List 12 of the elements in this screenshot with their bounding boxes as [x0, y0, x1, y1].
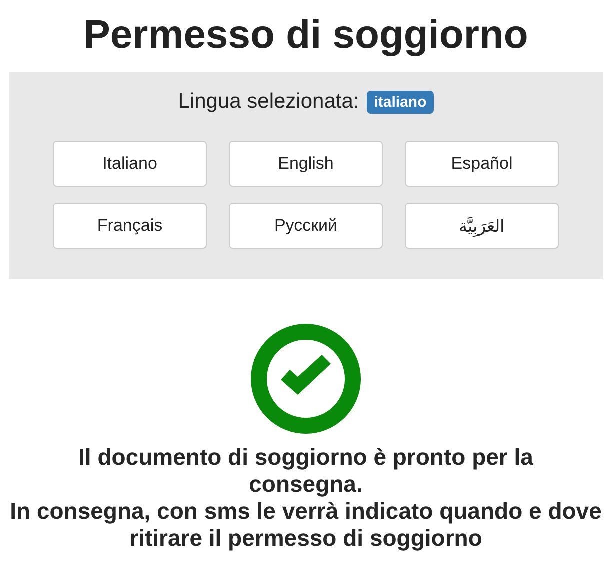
language-button[interactable]: Italiano [53, 141, 207, 187]
status-message: In consegna, con sms le verrà indicato quando e dove ritirare il permesso di soggiorno [9, 498, 603, 552]
language-button[interactable]: Español [405, 141, 559, 187]
language-button[interactable]: Русский [229, 203, 383, 249]
language-button[interactable]: العَرَبِيَّة [405, 203, 559, 249]
status-message: Il documento di soggiorno è pronto per la consegna. [78, 444, 534, 498]
language-button[interactable]: English [229, 141, 383, 187]
language-badge: italiano [367, 90, 434, 114]
language-label: Lingua selezionata: [178, 90, 360, 114]
page-title: Permesso di soggiorno [84, 12, 528, 59]
checkmark-icon [251, 324, 361, 434]
language-button[interactable]: Français [53, 203, 207, 249]
